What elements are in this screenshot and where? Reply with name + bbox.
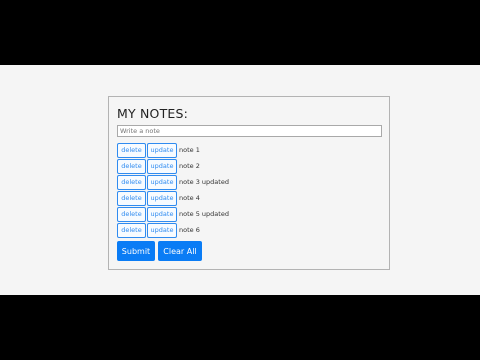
note-text: note 5 updated <box>179 210 229 218</box>
update-button[interactable]: update <box>147 158 177 174</box>
update-button[interactable]: update <box>147 142 177 158</box>
page-viewport: MY NOTES: delete update note 1 delete up… <box>0 65 480 295</box>
update-button[interactable]: update <box>147 174 177 190</box>
note-input[interactable] <box>117 125 382 137</box>
list-item: delete update note 2 <box>117 158 229 174</box>
note-text: note 4 <box>179 194 200 202</box>
list-item: delete update note 6 <box>117 222 229 238</box>
delete-button[interactable]: delete <box>117 174 146 190</box>
notes-list: delete update note 1 delete update note … <box>117 142 229 238</box>
submit-button[interactable]: Submit <box>117 241 155 261</box>
note-text: note 2 <box>179 162 200 170</box>
update-button[interactable]: update <box>147 222 177 238</box>
note-text: note 6 <box>179 226 200 234</box>
delete-button[interactable]: delete <box>117 190 146 206</box>
delete-button[interactable]: delete <box>117 158 146 174</box>
update-button[interactable]: update <box>147 190 177 206</box>
delete-button[interactable]: delete <box>117 222 146 238</box>
list-item: delete update note 1 <box>117 142 229 158</box>
update-button[interactable]: update <box>147 206 177 222</box>
page-title: MY NOTES: <box>117 106 189 121</box>
list-item: delete update note 5 updated <box>117 206 229 222</box>
delete-button[interactable]: delete <box>117 206 146 222</box>
clear-all-button[interactable]: Clear All <box>158 241 202 261</box>
action-bar: Submit Clear All <box>117 241 202 261</box>
note-text: note 3 updated <box>179 178 229 186</box>
list-item: delete update note 4 <box>117 190 229 206</box>
notes-card: MY NOTES: delete update note 1 delete up… <box>108 96 390 270</box>
note-text: note 1 <box>179 146 200 154</box>
list-item: delete update note 3 updated <box>117 174 229 190</box>
delete-button[interactable]: delete <box>117 142 146 158</box>
